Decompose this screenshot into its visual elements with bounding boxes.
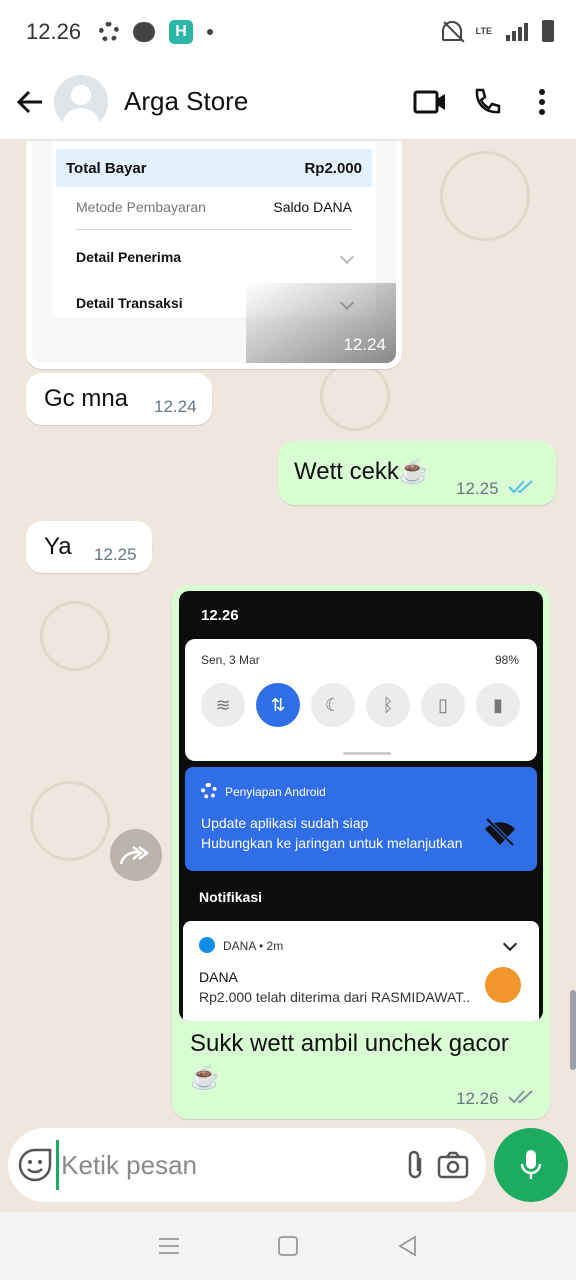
video-call-icon[interactable]	[402, 74, 458, 130]
payment-method-row: Metode Pembayaran Saldo DANA	[76, 197, 352, 217]
contact-name[interactable]: Arga Store	[124, 86, 402, 117]
drag-handle	[343, 752, 391, 755]
message-text: Sukk wett ambil unchek gacor ☕	[190, 1030, 509, 1091]
more-vert-icon[interactable]	[514, 74, 570, 130]
moon-icon: ☾	[311, 683, 355, 727]
double-check-icon	[508, 1090, 533, 1104]
status-time: 12.26	[26, 19, 82, 44]
screenshot-image[interactable]: 12.26 Sen, 3 Mar 98% ≋ ⇅ ☾ ᛒ ▯ ▮ Penyiap…	[179, 591, 543, 1021]
chat-notification-icon	[133, 22, 156, 42]
settings-icon	[99, 22, 120, 42]
qs-battery: 98%	[494, 653, 519, 667]
message-text: Gc mna	[44, 385, 129, 412]
receipt-image[interactable]: Total Bayar Rp2.000 Metode Pembayaran Sa…	[32, 141, 396, 363]
flashlight-icon: ▯	[421, 683, 465, 727]
data-transfer-icon: ⇅	[256, 683, 300, 727]
notification-subtitle: Hubungkan ke jaringan untuk melanjutkan	[201, 835, 463, 851]
android-update-notification: Penyiapan Android Update aplikasi sudah …	[185, 767, 537, 871]
notification-app: DANA • 2m	[223, 939, 284, 953]
sticker-icon[interactable]	[14, 1135, 56, 1195]
mute-icon	[441, 21, 462, 41]
chevron-down-icon	[339, 249, 355, 265]
wallpaper-doodle	[30, 781, 110, 861]
status-bar: 12.26 H LTE	[0, 0, 576, 64]
notification-title: Update aplikasi sudah siap	[201, 815, 369, 831]
divider	[76, 229, 352, 230]
method-value: Saldo DANA	[273, 199, 352, 215]
incoming-message[interactable]: Ya 12.25	[26, 521, 152, 573]
notification-title: DANA	[199, 969, 238, 985]
recipient-detail-row: Detail Penerima	[76, 247, 355, 267]
dana-notification: DANA • 2m DANA Rp2.000 telah diterima da…	[183, 921, 539, 1021]
mic-icon	[520, 1150, 542, 1179]
chat-area[interactable]: Total Bayar Rp2.000 Metode Pembayaran Sa…	[0, 141, 576, 1123]
message-time: 12.25	[456, 479, 499, 498]
gear-icon	[201, 783, 217, 799]
qs-tiles: ≋ ⇅ ☾ ᛒ ▯ ▮	[201, 683, 520, 727]
method-label: Metode Pembayaran	[76, 199, 206, 215]
incoming-message[interactable]: Gc mna 12.24	[26, 373, 212, 425]
notification-source: Penyiapan Android	[225, 785, 326, 799]
back-arrow-icon[interactable]	[6, 78, 54, 126]
chat-header: Arga Store	[0, 64, 576, 140]
message-input[interactable]	[56, 1140, 397, 1190]
wallpaper-doodle	[440, 151, 530, 241]
scrollbar[interactable]	[570, 990, 576, 1070]
forward-button[interactable]	[110, 829, 162, 881]
home-button[interactable]	[268, 1226, 308, 1266]
app-h-icon: H	[169, 20, 194, 44]
outgoing-message[interactable]: Wett cekk☕ 12.25	[278, 441, 556, 505]
wallpaper-doodle	[320, 361, 390, 431]
message-text: Wett cekk☕	[294, 458, 429, 485]
total-label: Total Bayar	[66, 159, 147, 177]
screenshot-time: 12.26	[201, 607, 239, 624]
message-time: 12.26	[456, 1089, 499, 1108]
receipt-image-message[interactable]: Total Bayar Rp2.000 Metode Pembayaran Sa…	[26, 141, 402, 369]
quick-settings-panel: Sen, 3 Mar 98% ≋ ⇅ ☾ ᛒ ▯ ▮	[185, 639, 537, 761]
notification-body: Rp2.000 telah diterima dari RASMIDAWAT..	[199, 989, 471, 1005]
status-right: LTE	[441, 20, 554, 42]
system-nav-bar	[0, 1212, 576, 1280]
mic-button[interactable]	[494, 1128, 568, 1202]
transaction-detail-label: Detail Transaksi	[76, 295, 183, 311]
screenshot-image-message[interactable]: 12.26 Sen, 3 Mar 98% ≋ ⇅ ☾ ᛒ ▯ ▮ Penyiap…	[172, 585, 550, 1119]
back-triangle-icon	[397, 1235, 416, 1257]
signal-icon	[506, 21, 528, 41]
total-value: Rp2.000	[304, 159, 362, 177]
wifi-off-icon	[485, 817, 515, 847]
phone-icon[interactable]	[458, 74, 514, 130]
camera-icon[interactable]	[434, 1138, 472, 1192]
battery-saver-icon: ▮	[476, 683, 520, 727]
network-type: LTE	[475, 26, 492, 36]
attach-icon[interactable]	[396, 1138, 434, 1192]
recents-button[interactable]	[149, 1226, 189, 1266]
message-time: 12.24	[343, 335, 386, 354]
more-notifications-dot-icon	[207, 29, 214, 35]
chevron-down-icon	[502, 936, 518, 952]
recipient-detail-label: Detail Penerima	[76, 249, 182, 265]
message-input-bar	[8, 1128, 486, 1202]
notifications-section-label: Notifikasi	[199, 889, 263, 905]
message-time: 12.25	[94, 545, 137, 564]
menu-icon	[159, 1238, 180, 1254]
dana-logo-icon	[199, 937, 215, 953]
home-square-icon	[278, 1236, 298, 1256]
money-received-icon	[485, 967, 521, 1003]
message-text: Ya	[44, 533, 72, 560]
double-check-read-icon	[508, 480, 533, 494]
bluetooth-icon: ᛒ	[366, 683, 410, 727]
avatar[interactable]	[54, 74, 108, 129]
message-time: 12.24	[154, 397, 197, 416]
back-button[interactable]	[387, 1226, 427, 1266]
qs-date: Sen, 3 Mar	[201, 653, 260, 667]
wallpaper-doodle	[40, 601, 110, 671]
forward-icon	[119, 846, 150, 865]
wifi-icon: ≋	[201, 683, 245, 727]
battery-icon	[542, 20, 554, 42]
total-row: Total Bayar Rp2.000	[56, 149, 372, 187]
